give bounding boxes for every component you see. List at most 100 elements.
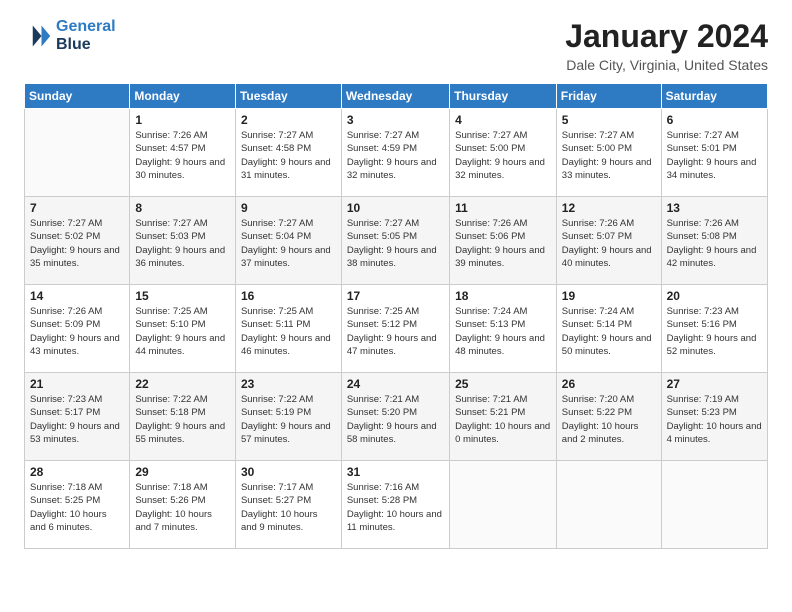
weekday-header: Thursday (450, 84, 557, 109)
day-info: Sunrise: 7:23 AMSunset: 5:16 PMDaylight:… (667, 305, 762, 358)
day-info: Sunrise: 7:23 AMSunset: 5:17 PMDaylight:… (30, 393, 124, 446)
day-number: 18 (455, 289, 551, 303)
calendar: SundayMondayTuesdayWednesdayThursdayFrid… (24, 83, 768, 549)
day-info: Sunrise: 7:22 AMSunset: 5:19 PMDaylight:… (241, 393, 336, 446)
title-block: January 2024 Dale City, Virginia, United… (565, 18, 768, 73)
day-info: Sunrise: 7:27 AMSunset: 5:02 PMDaylight:… (30, 217, 124, 270)
calendar-cell (556, 461, 661, 549)
calendar-week-row: 28 Sunrise: 7:18 AMSunset: 5:25 PMDayligh… (25, 461, 768, 549)
day-info: Sunrise: 7:20 AMSunset: 5:22 PMDaylight:… (562, 393, 656, 446)
day-number: 14 (30, 289, 124, 303)
calendar-cell: 28 Sunrise: 7:18 AMSunset: 5:25 PMDayligh… (25, 461, 130, 549)
day-info: Sunrise: 7:26 AMSunset: 5:06 PMDaylight:… (455, 217, 551, 270)
day-number: 29 (135, 465, 230, 479)
calendar-cell: 30Sunrise: 7:17 AMSunset: 5:27 PMDayligh… (235, 461, 341, 549)
calendar-cell: 6 Sunrise: 7:27 AMSunset: 5:01 PMDaylight… (661, 109, 767, 197)
weekday-header: Monday (130, 84, 236, 109)
weekday-header: Tuesday (235, 84, 341, 109)
calendar-cell: 1 Sunrise: 7:26 AMSunset: 4:57 PMDaylight… (130, 109, 236, 197)
day-number: 8 (135, 201, 230, 215)
day-number: 17 (347, 289, 444, 303)
day-number: 7 (30, 201, 124, 215)
day-info: Sunrise: 7:18 AMSunset: 5:25 PMDaylight:… (30, 481, 124, 534)
day-number: 15 (135, 289, 230, 303)
day-info: Sunrise: 7:26 AMSunset: 4:57 PMDaylight:… (135, 129, 230, 182)
day-number: 23 (241, 377, 336, 391)
day-info: Sunrise: 7:27 AMSunset: 4:59 PMDaylight:… (347, 129, 444, 182)
day-info: Sunrise: 7:24 AMSunset: 5:13 PMDaylight:… (455, 305, 551, 358)
day-info: Sunrise: 7:19 AMSunset: 5:23 PMDaylight:… (667, 393, 762, 446)
day-number: 10 (347, 201, 444, 215)
day-info: Sunrise: 7:17 AMSunset: 5:27 PMDaylight:… (241, 481, 336, 534)
logo-text: General Blue (56, 18, 116, 53)
calendar-cell: 2Sunrise: 7:27 AMSunset: 4:58 PMDaylight… (235, 109, 341, 197)
day-info: Sunrise: 7:27 AMSunset: 4:58 PMDaylight:… (241, 129, 336, 182)
calendar-cell: 10 Sunrise: 7:27 AMSunset: 5:05 PMDayligh… (341, 197, 449, 285)
day-number: 24 (347, 377, 444, 391)
calendar-cell: 18 Sunrise: 7:24 AMSunset: 5:13 PMDayligh… (450, 285, 557, 373)
weekday-header: Saturday (661, 84, 767, 109)
day-number: 6 (667, 113, 762, 127)
day-number: 1 (135, 113, 230, 127)
calendar-cell: 5Sunrise: 7:27 AMSunset: 5:00 PMDaylight… (556, 109, 661, 197)
month-title: January 2024 (565, 18, 768, 55)
calendar-cell: 19 Sunrise: 7:24 AMSunset: 5:14 PMDayligh… (556, 285, 661, 373)
calendar-cell: 22 Sunrise: 7:22 AMSunset: 5:18 PMDayligh… (130, 373, 236, 461)
day-number: 3 (347, 113, 444, 127)
calendar-cell: 24 Sunrise: 7:21 AMSunset: 5:20 PMDayligh… (341, 373, 449, 461)
day-number: 21 (30, 377, 124, 391)
logo: General Blue (24, 18, 116, 53)
calendar-cell: 16Sunrise: 7:25 AMSunset: 5:11 PMDayligh… (235, 285, 341, 373)
calendar-cell: 8 Sunrise: 7:27 AMSunset: 5:03 PMDaylight… (130, 197, 236, 285)
calendar-cell: 7 Sunrise: 7:27 AMSunset: 5:02 PMDaylight… (25, 197, 130, 285)
weekday-header: Sunday (25, 84, 130, 109)
day-info: Sunrise: 7:24 AMSunset: 5:14 PMDaylight:… (562, 305, 656, 358)
day-number: 26 (562, 377, 656, 391)
day-info: Sunrise: 7:27 AMSunset: 5:01 PMDaylight:… (667, 129, 762, 182)
calendar-cell: 4 Sunrise: 7:27 AMSunset: 5:00 PMDaylight… (450, 109, 557, 197)
calendar-week-row: 14 Sunrise: 7:26 AMSunset: 5:09 PMDayligh… (25, 285, 768, 373)
calendar-cell: 9Sunrise: 7:27 AMSunset: 5:04 PMDaylight… (235, 197, 341, 285)
calendar-week-row: 21 Sunrise: 7:23 AMSunset: 5:17 PMDayligh… (25, 373, 768, 461)
day-number: 12 (562, 201, 656, 215)
location-title: Dale City, Virginia, United States (565, 57, 768, 73)
day-number: 13 (667, 201, 762, 215)
day-number: 4 (455, 113, 551, 127)
day-info: Sunrise: 7:26 AMSunset: 5:09 PMDaylight:… (30, 305, 124, 358)
calendar-week-row: 1 Sunrise: 7:26 AMSunset: 4:57 PMDaylight… (25, 109, 768, 197)
day-number: 20 (667, 289, 762, 303)
day-info: Sunrise: 7:27 AMSunset: 5:05 PMDaylight:… (347, 217, 444, 270)
calendar-cell: 13 Sunrise: 7:26 AMSunset: 5:08 PMDayligh… (661, 197, 767, 285)
header: General Blue January 2024 Dale City, Vir… (24, 18, 768, 73)
day-number: 19 (562, 289, 656, 303)
day-number: 11 (455, 201, 551, 215)
day-number: 27 (667, 377, 762, 391)
day-number: 16 (241, 289, 336, 303)
calendar-cell (450, 461, 557, 549)
calendar-cell: 25Sunrise: 7:21 AMSunset: 5:21 PMDayligh… (450, 373, 557, 461)
calendar-cell: 20 Sunrise: 7:23 AMSunset: 5:16 PMDayligh… (661, 285, 767, 373)
day-number: 31 (347, 465, 444, 479)
day-number: 22 (135, 377, 230, 391)
calendar-cell: 14 Sunrise: 7:26 AMSunset: 5:09 PMDayligh… (25, 285, 130, 373)
calendar-cell (25, 109, 130, 197)
day-number: 5 (562, 113, 656, 127)
day-number: 28 (30, 465, 124, 479)
weekday-header: Friday (556, 84, 661, 109)
calendar-cell: 23 Sunrise: 7:22 AMSunset: 5:19 PMDayligh… (235, 373, 341, 461)
day-number: 9 (241, 201, 336, 215)
calendar-cell: 27 Sunrise: 7:19 AMSunset: 5:23 PMDayligh… (661, 373, 767, 461)
day-info: Sunrise: 7:26 AMSunset: 5:08 PMDaylight:… (667, 217, 762, 270)
day-info: Sunrise: 7:21 AMSunset: 5:20 PMDaylight:… (347, 393, 444, 446)
logo-icon (24, 22, 52, 50)
day-info: Sunrise: 7:22 AMSunset: 5:18 PMDaylight:… (135, 393, 230, 446)
weekday-header: Wednesday (341, 84, 449, 109)
day-info: Sunrise: 7:27 AMSunset: 5:00 PMDaylight:… (455, 129, 551, 182)
calendar-cell: 3 Sunrise: 7:27 AMSunset: 4:59 PMDaylight… (341, 109, 449, 197)
calendar-cell: 17Sunrise: 7:25 AMSunset: 5:12 PMDayligh… (341, 285, 449, 373)
day-info: Sunrise: 7:16 AMSunset: 5:28 PMDaylight:… (347, 481, 444, 534)
calendar-cell: 21 Sunrise: 7:23 AMSunset: 5:17 PMDayligh… (25, 373, 130, 461)
calendar-cell: 26 Sunrise: 7:20 AMSunset: 5:22 PMDayligh… (556, 373, 661, 461)
day-info: Sunrise: 7:27 AMSunset: 5:03 PMDaylight:… (135, 217, 230, 270)
day-info: Sunrise: 7:25 AMSunset: 5:10 PMDaylight:… (135, 305, 230, 358)
